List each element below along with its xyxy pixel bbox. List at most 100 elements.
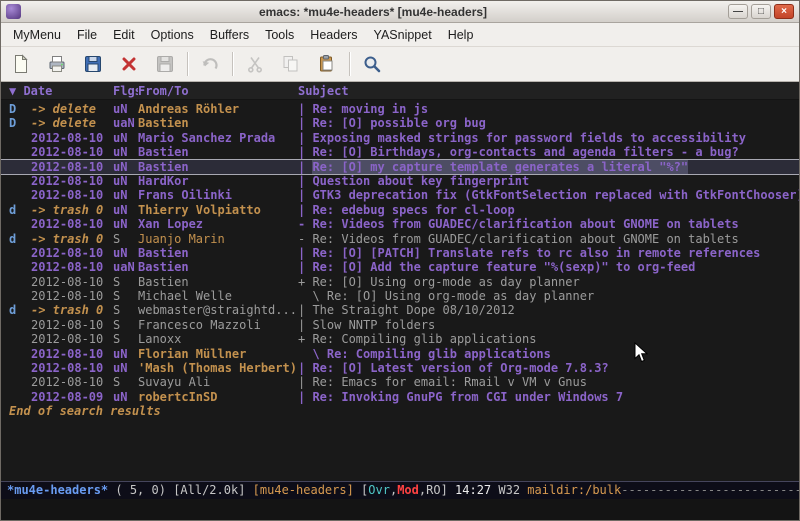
menu-yasnippet[interactable]: YASnippet [366,25,440,45]
menu-buffers[interactable]: Buffers [202,25,257,45]
paste-button[interactable] [313,50,341,78]
menu-options[interactable]: Options [143,25,202,45]
modeline-segment: W32 [498,483,527,497]
maximize-button[interactable]: □ [751,4,771,19]
menu-bar: MyMenuFileEditOptionsBuffersToolsHeaders… [1,23,799,47]
header-row[interactable]: d-> trash 0SJuanjo Marin- Re: Videos fro… [1,232,799,246]
subject-cell: | Re: [O] my capture template generates … [298,160,799,174]
mark-cell [9,145,31,159]
from-cell: Francesco Mazzoli [138,318,298,332]
header-row[interactable]: 2012-08-10SFrancesco Mazzoli| Slow NNTP … [1,318,799,332]
menu-file[interactable]: File [69,25,105,45]
from-cell: webmaster@straightd... [138,303,298,317]
modeline-segment: [mu4e-headers] [253,483,361,497]
header-row[interactable]: 2012-08-10uNFlorian Müllner \ Re: Compil… [1,347,799,361]
header-row[interactable]: 2012-08-10uNMario Sanchez Prada| Exposin… [1,131,799,145]
flags-cell: uN [113,160,138,174]
header-row[interactable]: 2012-08-10SMichael Welle \ Re: [O] Using… [1,289,799,303]
date-cell: -> delete [31,116,113,130]
toolbar-separator [349,52,350,76]
subject-cell: | Question about key fingerprint [298,174,799,188]
mark-cell [9,260,31,274]
new-file-button[interactable] [7,50,35,78]
subject-cell: + Re: [O] Using org-mode as day planner [298,275,799,289]
header-row[interactable]: 2012-08-10uNHardKor| Question about key … [1,174,799,188]
close-icon [119,54,139,74]
menu-help[interactable]: Help [440,25,482,45]
menu-tools[interactable]: Tools [257,25,302,45]
search-button[interactable] [358,50,386,78]
header-row[interactable]: 2012-08-10uNBastien| Re: [O] my capture … [1,160,799,174]
column-date[interactable]: ▼ Date [9,84,113,98]
from-cell: Frans Oilinki [138,188,298,202]
undo-button[interactable] [196,50,224,78]
flags-cell: uN [113,246,138,260]
menu-edit[interactable]: Edit [105,25,143,45]
mark-cell: d [9,203,31,217]
kill-buffer-button[interactable] [115,50,143,78]
subject-cell: | Slow NNTP folders [298,318,799,332]
save-icon [83,54,103,74]
column-subject[interactable]: Subject [298,84,799,98]
modeline-segment: ] [441,483,455,497]
subject-cell: | Re: [O] Birthdays, org-contacts and ag… [298,145,799,159]
date-cell: 2012-08-10 [31,361,113,375]
subject-cell: | Re: Invoking GnuPG from CGI under Wind… [298,390,799,404]
flags-cell: uaN [113,260,138,274]
header-row[interactable]: 2012-08-10uNFrans Oilinki| GTK3 deprecat… [1,188,799,202]
flags-cell: uN [113,361,138,375]
toolbar-separator [232,52,233,76]
header-row[interactable]: 2012-08-09uNrobertcInSD| Re: Invoking Gn… [1,390,799,404]
save-as-button[interactable] [151,50,179,78]
cut-icon [245,54,265,74]
from-cell: Bastien [138,160,298,174]
header-row[interactable]: 2012-08-10SSuvayu Ali| Re: Emacs for ema… [1,375,799,389]
print-icon [47,54,67,74]
mark-cell [9,318,31,332]
header-row[interactable]: 2012-08-10SBastien+ Re: [O] Using org-mo… [1,275,799,289]
emacs-frame: ▼ Date Flgs From/To Subject D-> deleteuN… [1,82,799,520]
rows-container: D-> deleteuNAndreas Röhler| Re: moving i… [1,102,799,404]
from-cell: Xan Lopez [138,217,298,231]
header-row[interactable]: 2012-08-10uaNBastien| Re: [O] Add the ca… [1,260,799,274]
header-row[interactable]: 2012-08-10uNBastien| Re: [O] Birthdays, … [1,145,799,159]
date-cell: 2012-08-10 [31,160,113,174]
date-cell: 2012-08-10 [31,318,113,332]
column-flags[interactable]: Flgs [113,84,138,98]
minimize-button[interactable]: — [728,4,748,19]
menu-mymenu[interactable]: MyMenu [5,25,69,45]
cut-button[interactable] [241,50,269,78]
close-button[interactable]: × [774,4,794,19]
header-row[interactable]: 2012-08-10uNXan Lopez- Re: Videos from G… [1,217,799,231]
menu-headers[interactable]: Headers [302,25,365,45]
mark-cell [9,131,31,145]
column-from[interactable]: From/To [138,84,298,98]
subject-cell: | Re: Emacs for email: Rmail v VM v Gnus [298,375,799,389]
date-cell: -> trash 0 [31,232,113,246]
date-cell: 2012-08-10 [31,145,113,159]
date-cell: 2012-08-10 [31,260,113,274]
mark-cell: D [9,102,31,116]
flags-cell: uN [113,174,138,188]
modeline-segment: [All/2.0k] [173,483,252,497]
echo-area[interactable] [1,499,799,520]
save-button[interactable] [79,50,107,78]
print-button[interactable] [43,50,71,78]
date-cell: -> delete [31,102,113,116]
header-row[interactable]: D-> deleteuNAndreas Röhler| Re: moving i… [1,102,799,116]
copy-icon [281,54,301,74]
subject-cell: \ Re: [O] Using org-mode as day planner [298,289,799,303]
header-row[interactable]: D-> deleteuaNBastien| Re: [O] possible o… [1,116,799,130]
header-row[interactable]: 2012-08-10uN'Mash (Thomas Herbert)| Re: … [1,361,799,375]
header-row[interactable]: d-> trash 0Swebmaster@straightd...| The … [1,303,799,317]
date-cell: 2012-08-10 [31,332,113,346]
header-row[interactable]: 2012-08-10uNBastien| Re: [O] [PATCH] Tra… [1,246,799,260]
date-cell: 2012-08-10 [31,174,113,188]
mark-cell [9,246,31,260]
date-cell: 2012-08-10 [31,275,113,289]
modeline-segment: ----------------------------------------… [621,483,799,497]
mark-cell [9,332,31,346]
header-row[interactable]: d-> trash 0uNThierry Volpiatto| Re: edeb… [1,203,799,217]
copy-button[interactable] [277,50,305,78]
header-row[interactable]: 2012-08-10SLanoxx+ Re: Compiling glib ap… [1,332,799,346]
